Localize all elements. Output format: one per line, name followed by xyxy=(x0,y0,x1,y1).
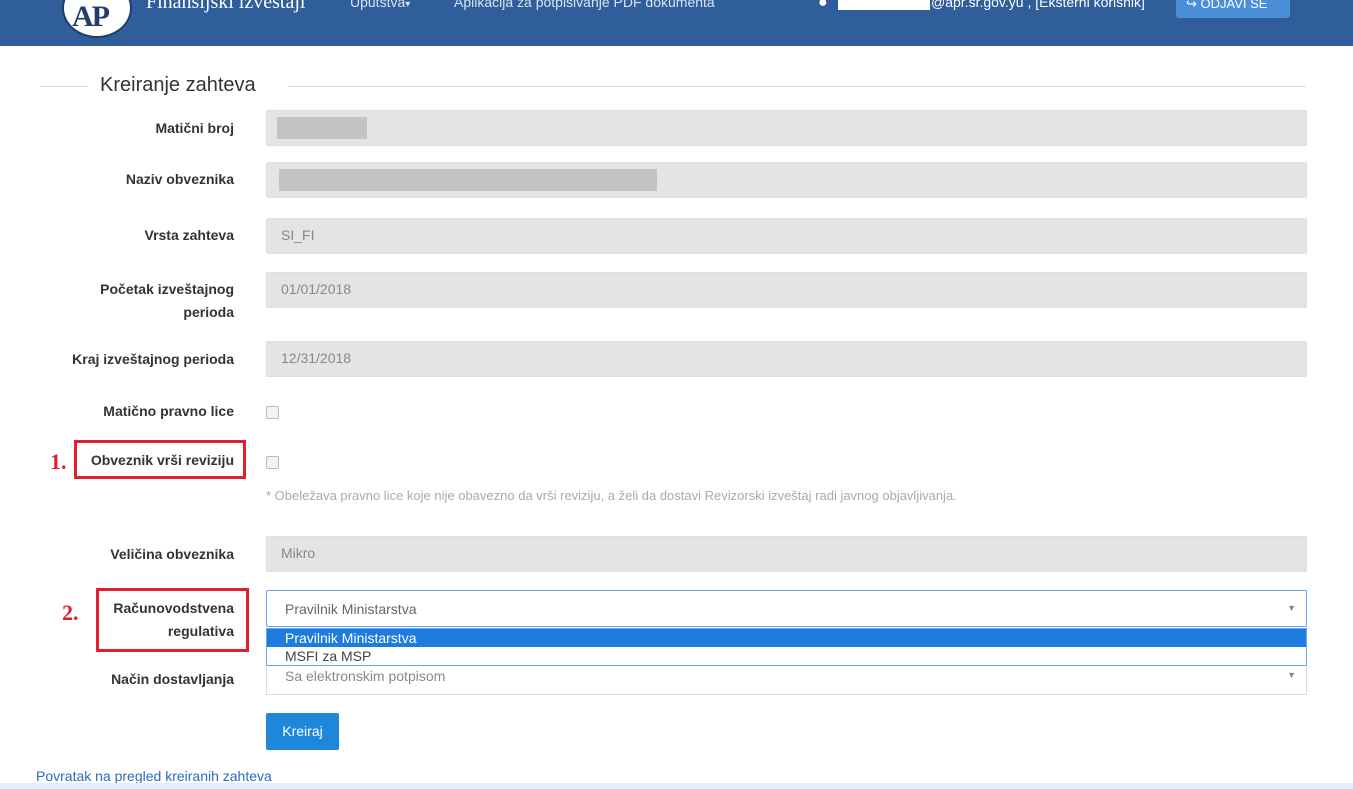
top-navbar: AP Finansijski izveštaji Uputstva▾ Aplik… xyxy=(0,0,1353,46)
obveznik-vrsi-reviziju-label: Obveznik vrši reviziju xyxy=(90,452,234,468)
kraj-perioda-label: Kraj izveštajnog perioda xyxy=(72,351,234,367)
user-icon: ● xyxy=(818,0,828,11)
regulativa-label-line1: Računovodstvena xyxy=(113,600,234,616)
user-email: @apr.sr.gov.yu , [Eksterni korisnik] xyxy=(931,0,1145,10)
nacin-dostavljanja-select[interactable]: Sa elektronskim potpisom ▼ xyxy=(266,667,1307,695)
kreiraj-button[interactable]: Kreiraj xyxy=(266,713,339,750)
page-title: Kreiranje zahteva xyxy=(100,74,256,96)
regulativa-label-line2: regulativa xyxy=(167,623,234,639)
racunovodstvena-regulativa-select[interactable]: Pravilnik Ministarstva ▼ xyxy=(266,590,1307,627)
redacted-username xyxy=(838,0,930,10)
pocetak-perioda-field: 01/01/2018 xyxy=(266,272,1307,308)
vrsta-zahteva-field: SI_FI xyxy=(266,218,1307,254)
fieldset-divider-left xyxy=(40,86,88,87)
nacin-dostavljanja-label: Način dostavljanja xyxy=(111,671,234,687)
racunovodstvena-regulativa-label: Računovodstvena regulativa xyxy=(34,597,234,643)
nav-pdf-signing-app[interactable]: Aplikacija za potpisivanje PDF dokumenta xyxy=(454,0,715,10)
maticni-broj-label: Matični broj xyxy=(155,120,234,136)
brand-title[interactable]: Finansijski izveštaji xyxy=(146,0,305,14)
nav-uputstva-label: Uputstva xyxy=(350,0,406,10)
nacin-selected-value: Sa elektronskim potpisom xyxy=(285,668,446,684)
logout-button[interactable]: ↪ ODJAVI SE xyxy=(1176,0,1290,18)
pocetak-label-line1: Početak izveštajnog xyxy=(100,281,234,297)
regulativa-option-msfi[interactable]: MSFI za MSP xyxy=(267,647,1306,665)
regulativa-option-pravilnik[interactable]: Pravilnik Ministarstva xyxy=(267,629,1306,647)
naziv-obveznika-label: Naziv obveznika xyxy=(125,171,234,187)
back-to-requests-link[interactable]: Povratak na pregled kreiranih zahteva xyxy=(36,768,272,784)
maticni-broj-field xyxy=(266,110,1307,146)
kraj-perioda-field: 12/31/2018 xyxy=(266,341,1307,377)
regulativa-dropdown-list: Pravilnik Ministarstva MSFI za MSP xyxy=(266,628,1307,666)
velicina-obveznika-label: Veličina obveznika xyxy=(110,546,234,562)
pocetak-perioda-label: Početak izveštajnog perioda xyxy=(34,278,234,324)
obveznik-vrsi-reviziju-checkbox[interactable] xyxy=(266,456,279,469)
bottom-strip xyxy=(0,783,1353,789)
velicina-obveznika-field: Mikro xyxy=(266,536,1307,572)
pocetak-label-line2: perioda xyxy=(183,304,234,320)
maticno-pravno-lice-label: Matično pravno lice xyxy=(103,403,234,419)
chevron-down-icon: ▼ xyxy=(1287,603,1296,613)
apr-logo[interactable]: AP xyxy=(62,0,132,38)
vrsta-zahteva-label: Vrsta zahteva xyxy=(144,227,235,243)
regulativa-selected-value: Pravilnik Ministarstva xyxy=(285,601,417,617)
naziv-obveznika-field xyxy=(266,162,1307,198)
chevron-down-icon: ▾ xyxy=(405,0,411,10)
redacted-value xyxy=(279,169,657,191)
fieldset-divider-right xyxy=(288,86,1306,87)
maticno-pravno-lice-checkbox[interactable] xyxy=(266,406,279,419)
revizija-note: * Obeležava pravno lice koje nije obavez… xyxy=(266,488,957,503)
redacted-value xyxy=(277,117,367,139)
chevron-down-icon: ▼ xyxy=(1287,670,1296,680)
nav-uputstva[interactable]: Uputstva▾ xyxy=(350,0,410,10)
logo-text: AP xyxy=(72,0,110,33)
